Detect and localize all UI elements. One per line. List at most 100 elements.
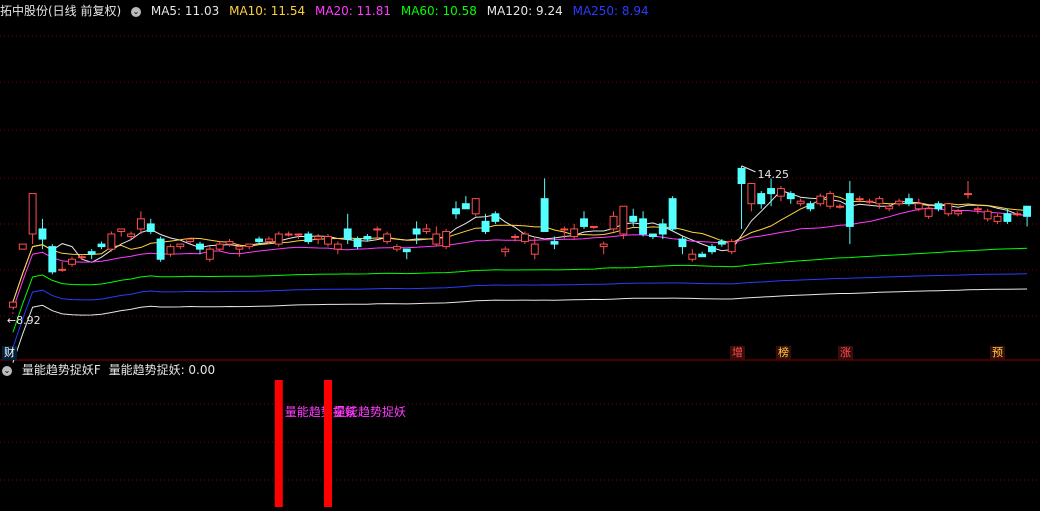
candle-body <box>205 248 214 260</box>
candle-body <box>540 198 549 232</box>
candle-body <box>58 268 67 271</box>
candle-body <box>156 238 165 260</box>
stock-chart-window: 14.25 ←8.92 量能趋势捉妖 量能趋势捉妖 拓中股份(日线 前复权) ⌄ MA… <box>0 0 1040 511</box>
candle-body <box>461 203 470 210</box>
candle-body <box>904 198 913 205</box>
candle-body <box>8 301 17 308</box>
candle-body <box>235 246 244 250</box>
candle-body <box>186 238 195 243</box>
candle-body <box>698 253 707 258</box>
ma10-line <box>12 194 1028 303</box>
ma20-label: MA20: 11.81 <box>314 4 392 18</box>
main-chart-header: 拓中股份(日线 前复权) ⌄ MA5: 11.03 MA10: 11.54 MA… <box>0 2 655 20</box>
candle-body <box>757 193 766 205</box>
candle-body <box>678 238 687 248</box>
candle-body <box>924 208 933 217</box>
candle-body <box>383 233 392 243</box>
badge-forecast[interactable]: 预 <box>990 346 1005 360</box>
indicator-header: ⌄ 量能趋势捉妖F 量能趋势捉妖: 0.00 <box>0 361 221 379</box>
candle-body <box>737 167 746 185</box>
candle-body <box>117 228 126 232</box>
candle-body <box>688 253 697 260</box>
candle-body <box>826 193 835 207</box>
candle-body <box>18 243 27 250</box>
signal-label: 量能趋势捉妖 <box>334 404 406 419</box>
candle-body <box>146 223 155 232</box>
chevron-down-icon[interactable]: ⌄ <box>2 365 12 376</box>
ma20-line <box>12 207 1028 310</box>
ma120-line <box>12 288 1028 363</box>
candle-body <box>343 228 352 240</box>
candle-body <box>599 243 608 248</box>
candle-body <box>619 205 628 235</box>
candle-body <box>639 218 648 235</box>
candle-body <box>501 248 510 253</box>
candle-body <box>452 208 460 215</box>
candle-body <box>491 213 500 222</box>
candle-body <box>816 195 825 205</box>
ma60-line <box>12 247 1028 333</box>
candle-body <box>1003 213 1012 222</box>
candle-body <box>845 193 854 227</box>
candle-body <box>107 233 116 250</box>
candle-body <box>245 243 254 248</box>
candle-body <box>993 215 1002 222</box>
candle-body <box>648 233 657 238</box>
candle-body <box>954 210 963 215</box>
candle-body <box>944 203 953 215</box>
indicator-value: 量能趋势捉妖: 0.00 <box>108 363 216 377</box>
candle-body <box>392 246 401 250</box>
candle-body <box>38 228 47 240</box>
candle-body <box>560 228 569 231</box>
candle-body <box>609 215 618 230</box>
candle-body <box>176 243 185 248</box>
candle-body <box>875 198 884 205</box>
candle-body <box>727 241 736 253</box>
candle-body <box>97 243 106 248</box>
candle-body <box>314 236 323 240</box>
candle-body <box>442 230 451 248</box>
candle-body <box>166 246 175 255</box>
candlestick-chart[interactable]: 14.25←8.92量能趋势捉妖量能趋势捉妖 <box>0 0 1040 511</box>
candle-body <box>658 223 667 235</box>
low-price-label: ←8.92 <box>7 314 41 327</box>
candle-body <box>511 236 520 239</box>
candle-body <box>885 205 894 210</box>
chevron-down-icon[interactable]: ⌄ <box>131 6 142 17</box>
candle-body <box>422 228 431 232</box>
ma250-line <box>12 273 1028 348</box>
candle-body <box>1013 213 1022 216</box>
candle-body <box>28 193 37 235</box>
candle-body <box>471 198 480 215</box>
ma5-label: MA5: 11.03 <box>150 4 220 18</box>
candle-body <box>895 200 904 205</box>
candle-body <box>363 236 372 240</box>
candle-body <box>796 200 805 205</box>
badge-finance[interactable]: 财 <box>2 346 17 360</box>
candle-body <box>668 198 677 230</box>
candle-body <box>274 233 283 245</box>
candle-body <box>68 258 76 265</box>
candle-body <box>629 215 638 222</box>
candle-body <box>589 225 598 228</box>
candle-body <box>373 228 382 231</box>
candle-body <box>284 233 293 236</box>
candle-body <box>836 205 844 208</box>
ma60-label: MA60: 10.58 <box>400 4 477 18</box>
badge-limit-up[interactable]: 涨 <box>838 346 853 360</box>
candle-body <box>87 251 96 255</box>
ma10-label: MA10: 11.54 <box>229 4 306 18</box>
candle-body <box>127 233 136 238</box>
candle-body <box>136 218 145 230</box>
candle-body <box>520 233 529 243</box>
candle-body <box>412 228 421 235</box>
candle-body <box>353 238 362 248</box>
candle-body <box>806 203 815 210</box>
badge-increase[interactable]: 增 <box>730 346 745 360</box>
indicator-name: 量能趋势捉妖F <box>21 363 101 377</box>
badge-ranking[interactable]: 榜 <box>776 346 791 360</box>
candle-body <box>570 228 579 238</box>
high-price-label: 14.25 <box>758 168 790 181</box>
candle-body <box>964 193 972 196</box>
candle-body <box>215 243 224 250</box>
